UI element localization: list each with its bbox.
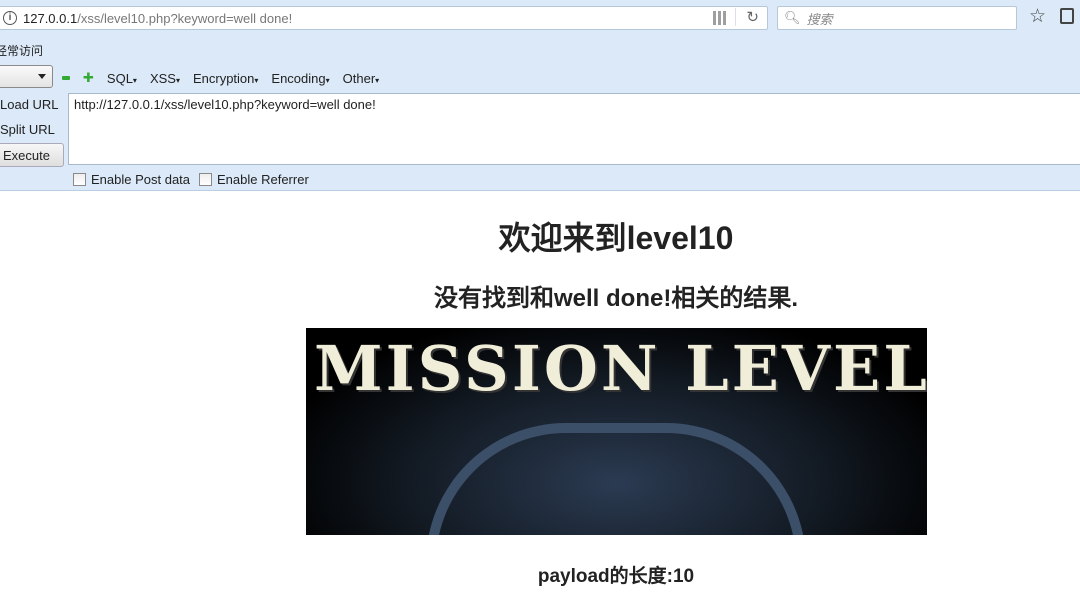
enable-post-checkbox[interactable]: Enable Post data	[73, 172, 190, 187]
page-title: 欢迎来到level10	[498, 220, 734, 256]
menu-other[interactable]: Other	[343, 71, 380, 86]
plus-icon[interactable]: ✚	[83, 70, 94, 86]
hackbar-url-textarea[interactable]: http://127.0.0.1/xss/level10.php?keyword…	[68, 93, 1080, 165]
payload-length: payload的长度:10	[537, 566, 695, 587]
banner-title: MISSION LEVEL 10	[314, 332, 927, 405]
menu-encoding[interactable]: Encoding	[271, 71, 329, 86]
enable-referrer-label: Enable Referrer	[217, 172, 309, 187]
search-placeholder: 搜索	[806, 11, 833, 27]
reload-icon[interactable]: ↻	[735, 8, 759, 26]
arch-decoration	[426, 423, 806, 535]
bookmark-most-visited[interactable]: 经常访问	[0, 42, 43, 59]
checkbox[interactable]	[199, 173, 212, 186]
search-input[interactable]: 🔍︎ 搜索	[777, 6, 1017, 30]
menu-xss[interactable]: XSS	[150, 71, 180, 86]
address-bar[interactable]: i 127.0.0.1/xss/level10.php?keyword=well…	[0, 6, 768, 30]
url-host: 127.0.0.1	[23, 10, 78, 26]
enable-referrer-checkbox[interactable]: Enable Referrer	[199, 172, 309, 187]
mission-banner-image: MISSION LEVEL 10	[306, 328, 927, 535]
result-text: 没有找到和well done!相关的结果.	[433, 285, 798, 312]
hackbar-menu: ✚ SQL XSS Encryption Encoding Other	[62, 70, 379, 86]
qr-code-icon[interactable]	[713, 11, 727, 25]
enable-post-label: Enable Post data	[91, 172, 191, 187]
menu-encryption[interactable]: Encryption	[193, 71, 258, 86]
bookmark-star-icon[interactable]: ☆	[1029, 5, 1046, 28]
load-url-button[interactable]: Load URL	[0, 97, 59, 112]
execute-button[interactable]: Execute	[0, 143, 64, 167]
info-icon[interactable]: i	[3, 11, 17, 25]
hackbar-select[interactable]	[0, 65, 53, 88]
checkbox[interactable]	[73, 173, 86, 186]
minus-icon[interactable]	[62, 76, 70, 80]
clipboard-icon[interactable]	[1060, 8, 1074, 24]
browser-chrome: i 127.0.0.1/xss/level10.php?keyword=well…	[0, 0, 1080, 191]
menu-sql[interactable]: SQL	[107, 71, 137, 86]
split-url-button[interactable]: Split URL	[0, 122, 55, 137]
url-path: /xss/level10.php?keyword=well done!	[77, 10, 293, 26]
search-icon: 🔍︎	[784, 10, 801, 25]
